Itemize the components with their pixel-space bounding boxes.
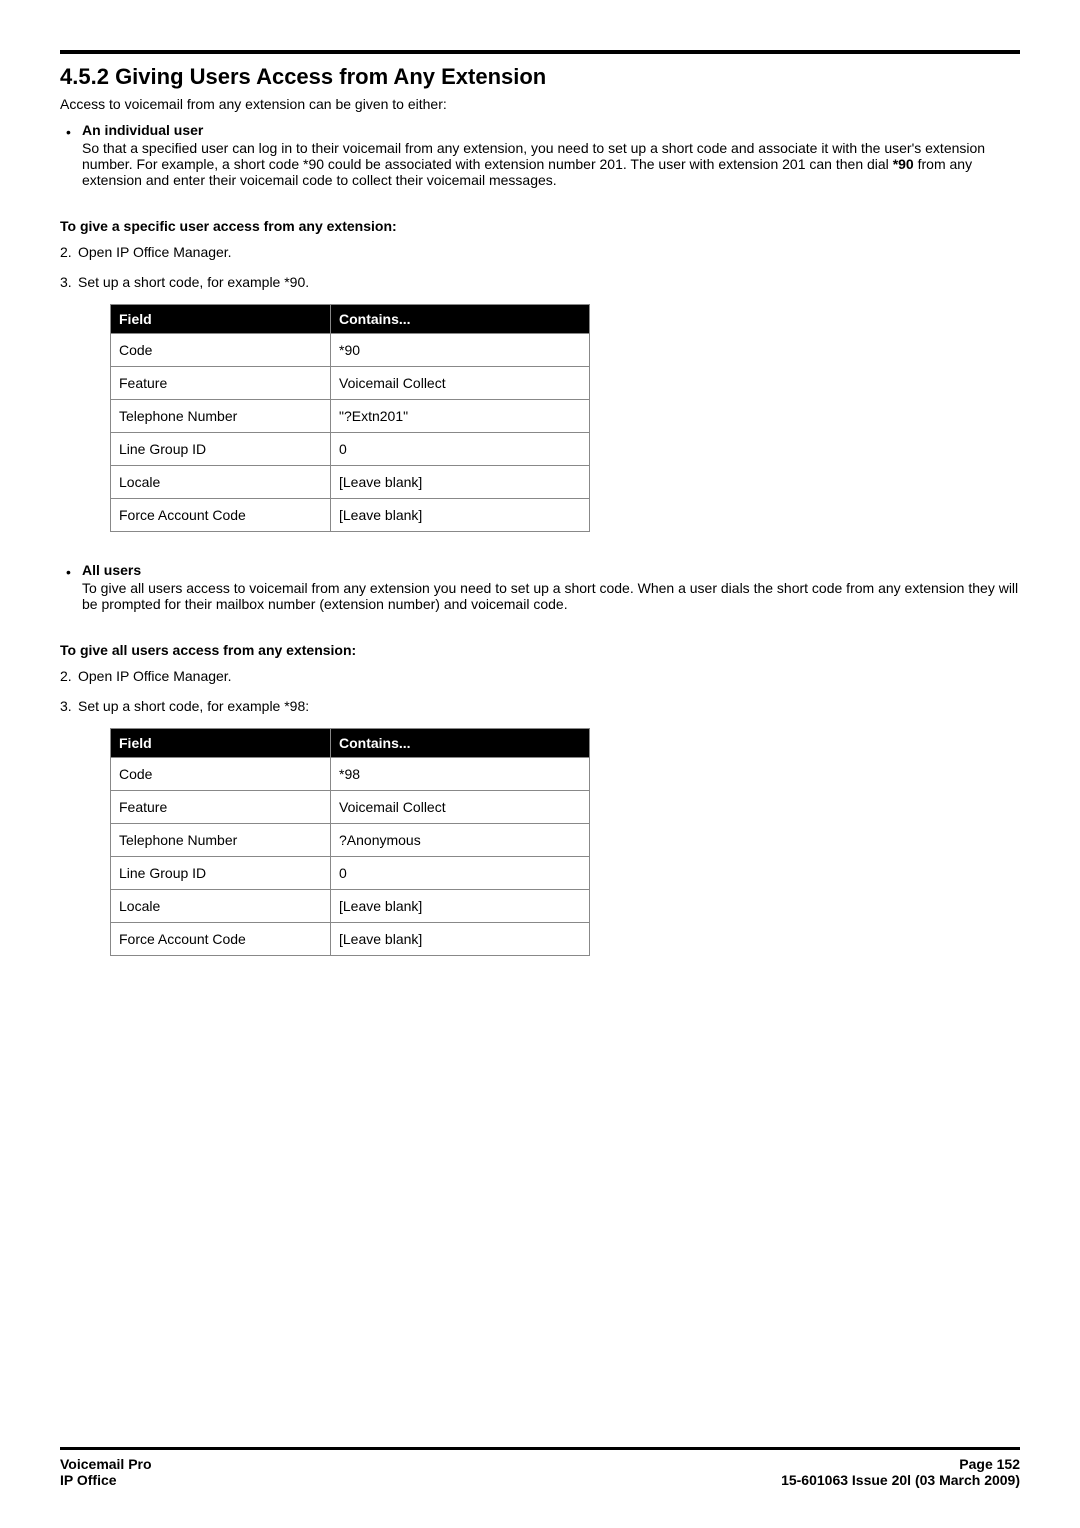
cell-contains: "?Extn201": [331, 400, 590, 433]
bullet-all-users-body: To give all users access to voicemail fr…: [82, 580, 1020, 612]
section-number: 4.5.2: [60, 64, 109, 89]
bullet-individual-bold: *90: [893, 156, 914, 172]
step-number: 3.: [60, 274, 78, 290]
cell-field: Line Group ID: [111, 857, 331, 890]
bullet-individual-body: So that a specified user can log in to t…: [82, 140, 1020, 188]
footer-row-1: Voicemail Pro Page 152: [60, 1456, 1020, 1472]
cell-contains: *90: [331, 334, 590, 367]
intro-text: Access to voicemail from any extension c…: [60, 96, 1020, 112]
bullet-icon: •: [66, 124, 71, 140]
list-item: 3.Set up a short code, for example *98:: [60, 698, 1020, 714]
table-header-row: Field Contains...: [111, 729, 590, 758]
cell-field: Code: [111, 758, 331, 791]
step-number: 2.: [60, 668, 78, 684]
cell-contains: Voicemail Collect: [331, 367, 590, 400]
table-row: Force Account Code [Leave blank]: [111, 499, 590, 532]
bullet-all-users-title: All users: [82, 562, 1020, 578]
cell-contains: 0: [331, 857, 590, 890]
th-contains: Contains...: [331, 305, 590, 334]
footer-left-1: Voicemail Pro: [60, 1456, 152, 1472]
th-field: Field: [111, 305, 331, 334]
page-footer: Voicemail Pro Page 152 IP Office 15-6010…: [60, 1447, 1020, 1488]
footer-left-2: IP Office: [60, 1472, 117, 1488]
cell-field: Telephone Number: [111, 824, 331, 857]
cell-field: Force Account Code: [111, 923, 331, 956]
th-field: Field: [111, 729, 331, 758]
bullet-individual-title: An individual user: [82, 122, 1020, 138]
footer-rule: [60, 1447, 1020, 1450]
list-item: 2.Open IP Office Manager.: [60, 668, 1020, 684]
bullet-icon: •: [66, 564, 71, 580]
footer-right-2: 15-601063 Issue 20l (03 March 2009): [781, 1472, 1020, 1488]
cell-contains: 0: [331, 433, 590, 466]
step-number: 3.: [60, 698, 78, 714]
cell-field: Locale: [111, 890, 331, 923]
cell-field: Telephone Number: [111, 400, 331, 433]
cell-contains: [Leave blank]: [331, 923, 590, 956]
table-row: Force Account Code [Leave blank]: [111, 923, 590, 956]
section-title-text: Giving Users Access from Any Extension: [115, 64, 546, 89]
table-header-row: Field Contains...: [111, 305, 590, 334]
table-specific-user: Field Contains... Code *90 Feature Voice…: [110, 304, 590, 532]
cell-contains: Voicemail Collect: [331, 791, 590, 824]
cell-contains: *98: [331, 758, 590, 791]
cell-contains: ?Anonymous: [331, 824, 590, 857]
table-row: Line Group ID 0: [111, 433, 590, 466]
footer-row-2: IP Office 15-601063 Issue 20l (03 March …: [60, 1472, 1020, 1488]
table-row: Feature Voicemail Collect: [111, 367, 590, 400]
table-row: Locale [Leave blank]: [111, 890, 590, 923]
cell-field: Feature: [111, 367, 331, 400]
cell-field: Force Account Code: [111, 499, 331, 532]
step3-all: Set up a short code, for example *98:: [78, 698, 309, 714]
section-heading: 4.5.2 Giving Users Access from Any Exten…: [60, 64, 1020, 90]
step2-all: Open IP Office Manager.: [78, 668, 232, 684]
table-row: Locale [Leave blank]: [111, 466, 590, 499]
cell-contains: [Leave blank]: [331, 499, 590, 532]
cell-field: Code: [111, 334, 331, 367]
subhead-specific-user: To give a specific user access from any …: [60, 218, 1020, 234]
table-row: Code *98: [111, 758, 590, 791]
list-item: 2.Open IP Office Manager.: [60, 244, 1020, 260]
page-container: 4.5.2 Giving Users Access from Any Exten…: [0, 0, 1080, 1528]
table-row: Code *90: [111, 334, 590, 367]
th-contains: Contains...: [331, 729, 590, 758]
table-row: Telephone Number ?Anonymous: [111, 824, 590, 857]
bullet-individual-user: • An individual user So that a specified…: [82, 122, 1020, 188]
cell-contains: [Leave blank]: [331, 890, 590, 923]
step3-specific: Set up a short code, for example *90.: [78, 274, 309, 290]
bullet-all-users: • All users To give all users access to …: [82, 562, 1020, 612]
step-number: 2.: [60, 244, 78, 260]
table-row: Telephone Number "?Extn201": [111, 400, 590, 433]
top-rule: [60, 50, 1020, 54]
step2-specific: Open IP Office Manager.: [78, 244, 232, 260]
table-row: Feature Voicemail Collect: [111, 791, 590, 824]
cell-field: Line Group ID: [111, 433, 331, 466]
cell-field: Locale: [111, 466, 331, 499]
table-row: Line Group ID 0: [111, 857, 590, 890]
cell-field: Feature: [111, 791, 331, 824]
cell-contains: [Leave blank]: [331, 466, 590, 499]
footer-right-1: Page 152: [959, 1456, 1020, 1472]
bullet-individual-text1: So that a specified user can log in to t…: [82, 140, 985, 172]
list-item: 3.Set up a short code, for example *90.: [60, 274, 1020, 290]
subhead-all-users: To give all users access from any extens…: [60, 642, 1020, 658]
table-all-users: Field Contains... Code *98 Feature Voice…: [110, 728, 590, 956]
